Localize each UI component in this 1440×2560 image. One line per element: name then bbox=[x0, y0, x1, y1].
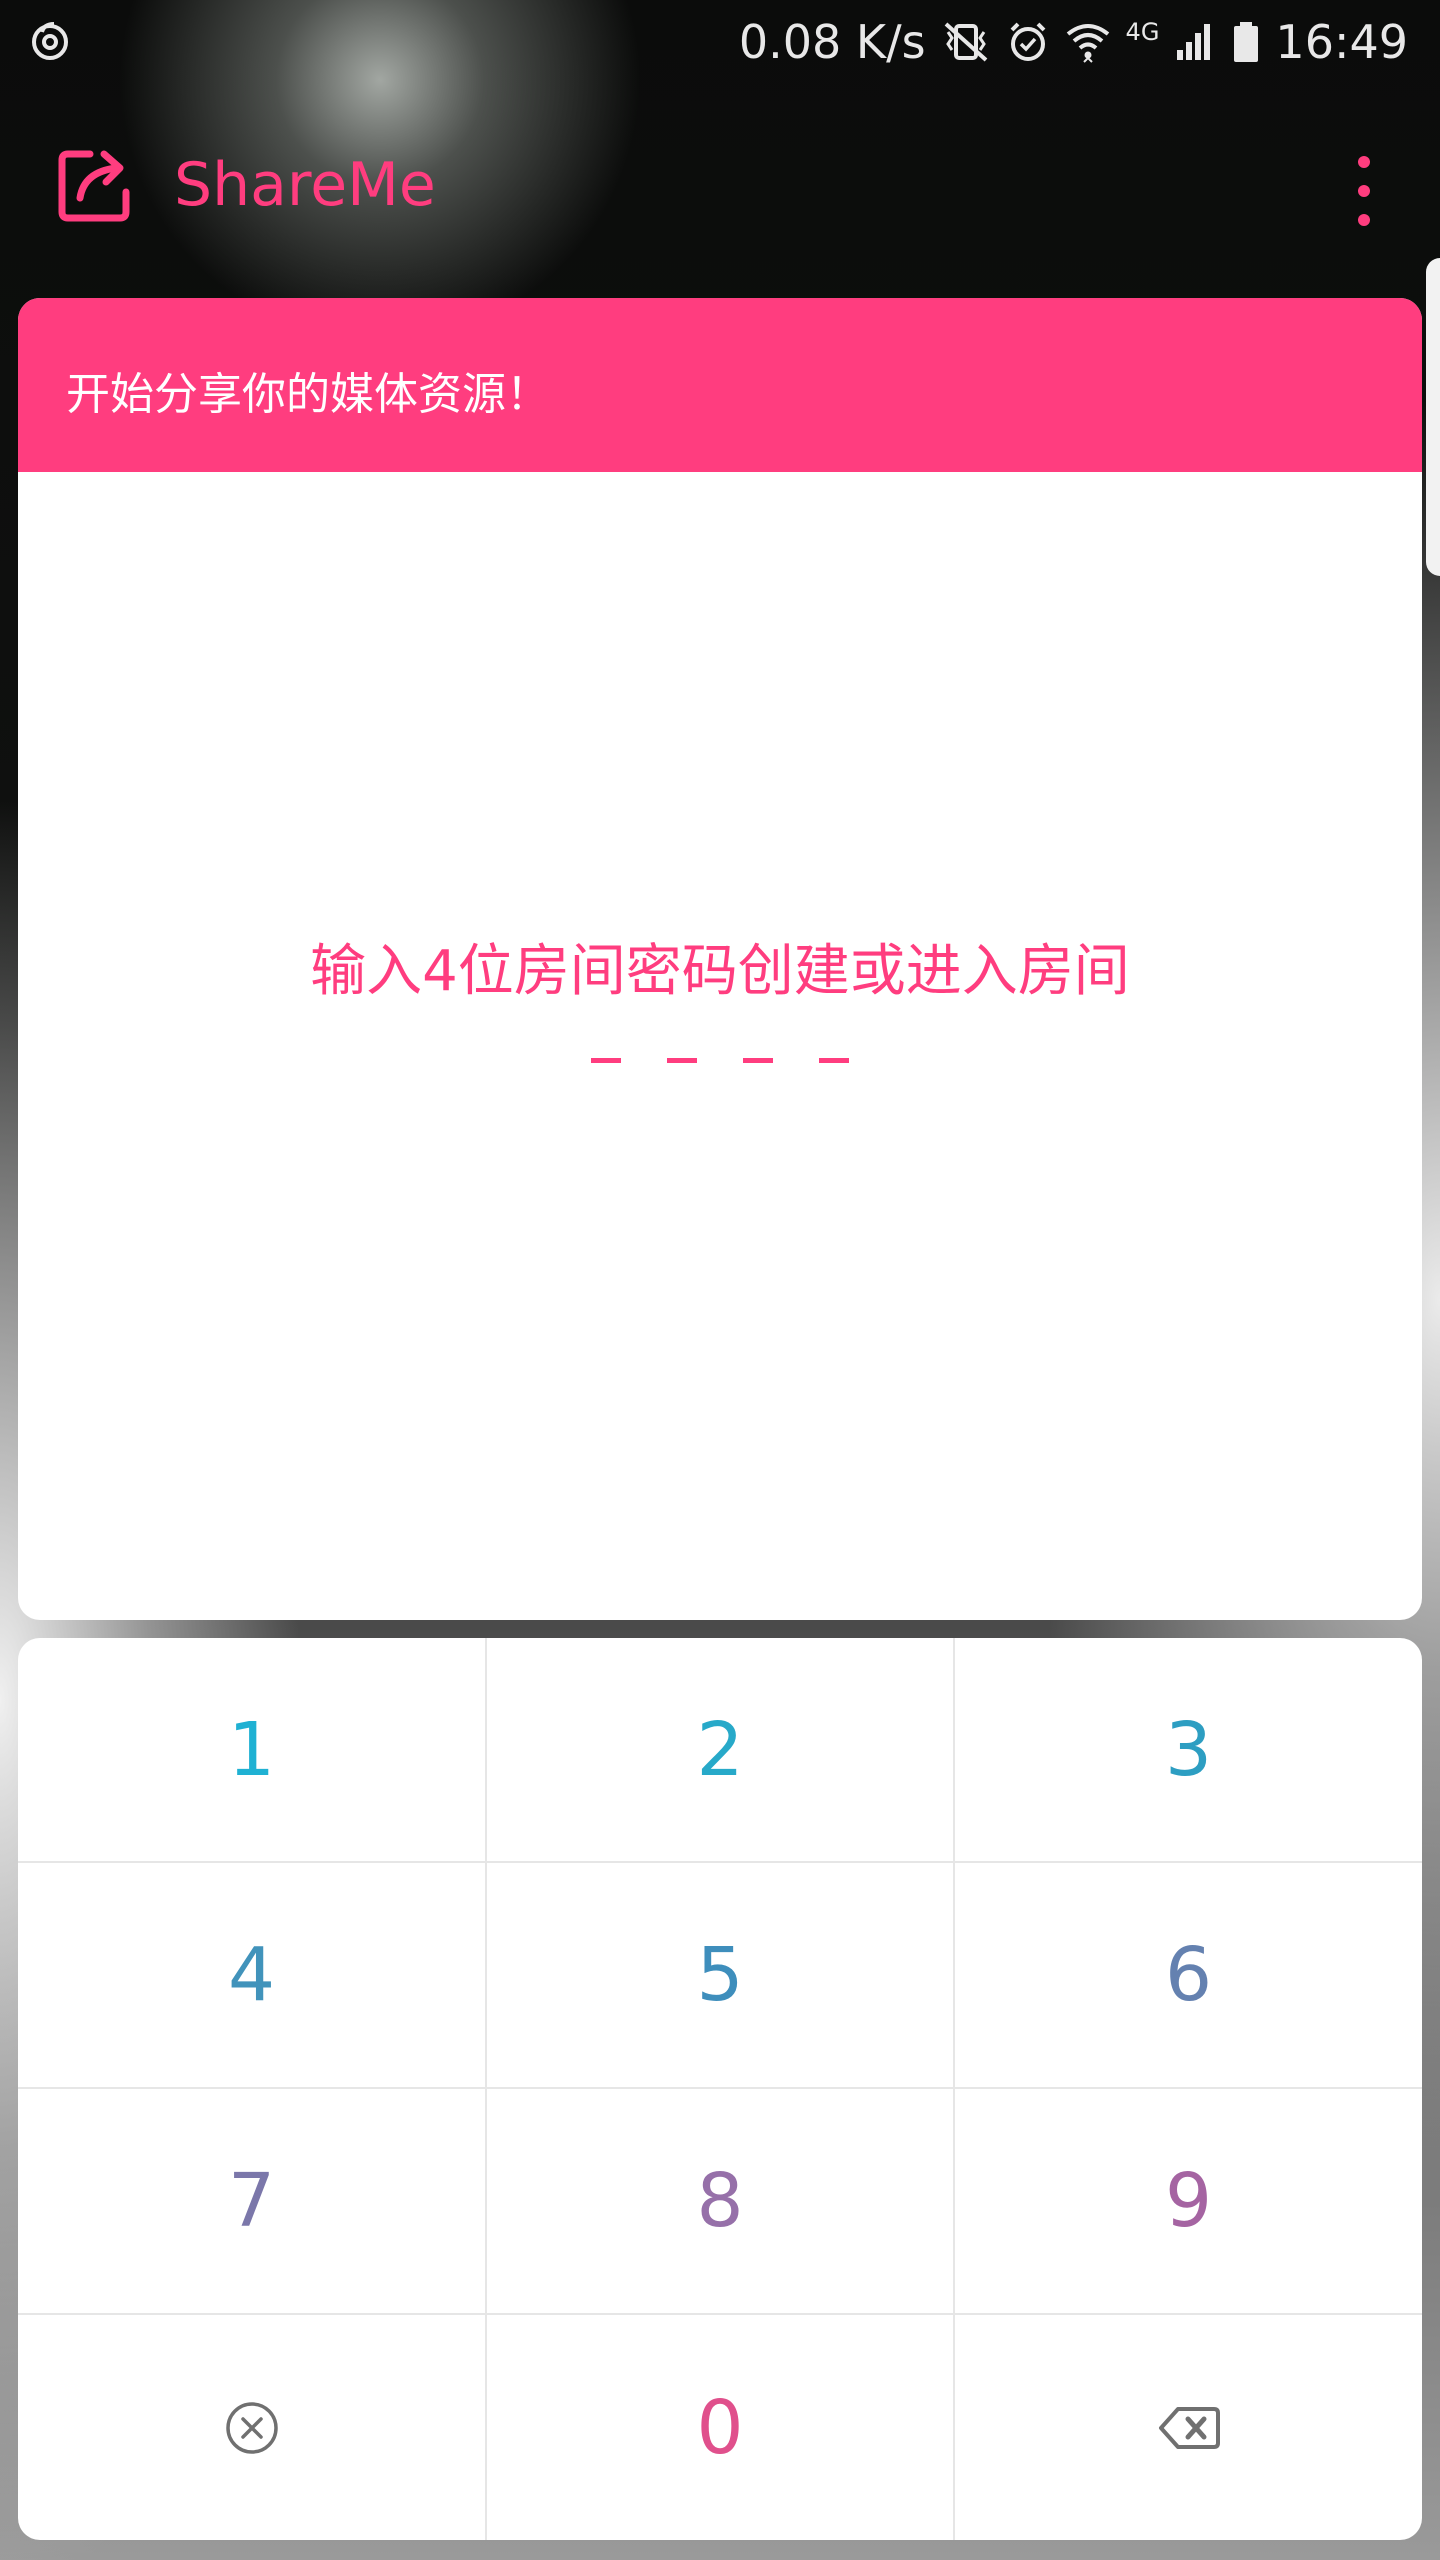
clear-button[interactable] bbox=[18, 2315, 487, 2540]
room-code-input[interactable] bbox=[18, 1058, 1422, 1063]
status-bar: 0.08 K/s 4G 16:49 bbox=[0, 0, 1440, 88]
card-header-text: 开始分享你的媒体资源！ bbox=[66, 369, 550, 420]
key-3[interactable]: 3 bbox=[955, 1638, 1422, 1863]
key-4[interactable]: 4 bbox=[18, 1863, 487, 2089]
room-card: 开始分享你的媒体资源！ 输入4位房间密码创建或进入房间 bbox=[18, 298, 1422, 1620]
code-digit-slot bbox=[743, 1058, 773, 1063]
clock: 16:49 bbox=[1275, 15, 1408, 69]
battery-icon bbox=[1234, 22, 1259, 62]
code-digit-slot bbox=[819, 1058, 849, 1063]
app-title: ShareMe bbox=[174, 150, 436, 220]
clear-icon bbox=[225, 2401, 278, 2454]
key-7[interactable]: 7 bbox=[18, 2089, 487, 2315]
key-0[interactable]: 0 bbox=[487, 2315, 955, 2540]
key-6[interactable]: 6 bbox=[955, 1863, 1422, 2089]
network-type: 4G bbox=[1125, 18, 1160, 46]
alarm-icon bbox=[1010, 22, 1045, 61]
more-vert-icon[interactable] bbox=[1344, 156, 1384, 226]
key-2[interactable]: 2 bbox=[487, 1638, 955, 1863]
key-9[interactable]: 9 bbox=[955, 2089, 1422, 2315]
network-speed: 0.08 K/s bbox=[738, 15, 926, 69]
code-digit-slot bbox=[667, 1058, 697, 1063]
vibrate-icon bbox=[944, 22, 987, 62]
key-8[interactable]: 8 bbox=[487, 2089, 955, 2315]
backspace-button[interactable] bbox=[955, 2315, 1422, 2540]
app-bar: ShareMe bbox=[0, 120, 1440, 260]
card-header: 开始分享你的媒体资源！ bbox=[18, 298, 1422, 472]
key-1[interactable]: 1 bbox=[18, 1638, 487, 1863]
wifi-icon bbox=[1066, 24, 1109, 63]
backspace-icon bbox=[1158, 2406, 1220, 2449]
code-digit-slot bbox=[591, 1058, 621, 1063]
key-5[interactable]: 5 bbox=[487, 1863, 955, 2089]
netease-music-icon bbox=[32, 22, 68, 60]
room-code-prompt: 输入4位房间密码创建或进入房间 bbox=[310, 939, 1130, 1004]
share-icon bbox=[58, 150, 130, 222]
keypad: 1 2 3 4 5 6 7 8 9 0 bbox=[18, 1638, 1422, 2540]
side-panel-handle[interactable] bbox=[1426, 258, 1440, 576]
signal-icon bbox=[1177, 24, 1211, 60]
